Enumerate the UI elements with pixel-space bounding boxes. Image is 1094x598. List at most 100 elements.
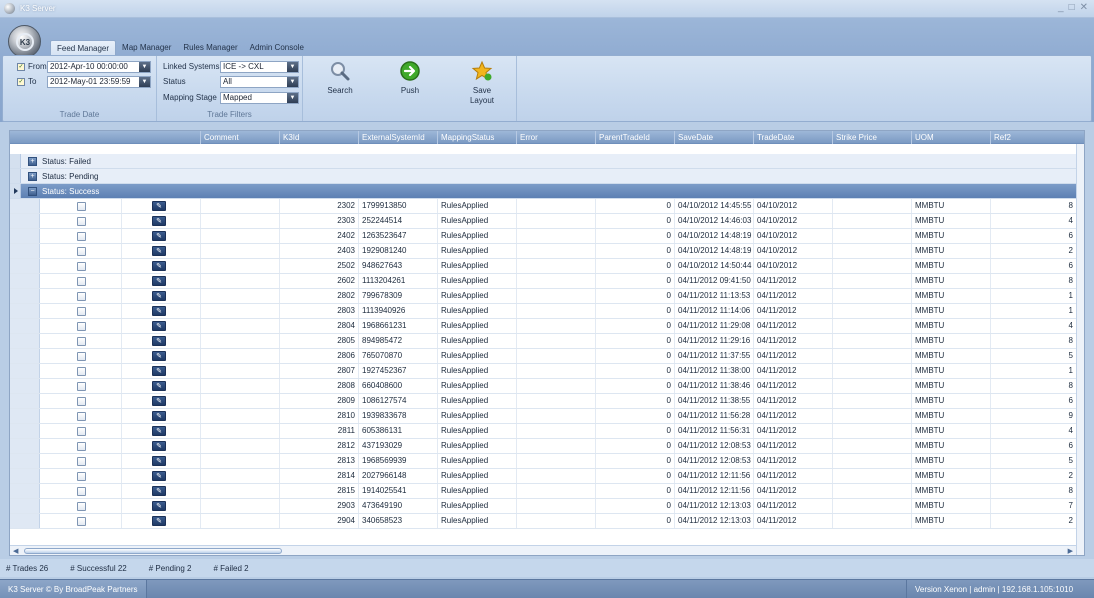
row-select-checkbox[interactable]	[77, 397, 86, 406]
edit-pencil-icon[interactable]: ✎	[152, 336, 166, 346]
row-select-checkbox[interactable]	[77, 367, 86, 376]
column-header-trade-date[interactable]: TradeDate	[753, 131, 832, 144]
to-date-picker[interactable]: 2012-May-01 23:59:59 ▼	[47, 75, 151, 88]
edit-pencil-icon[interactable]: ✎	[152, 411, 166, 421]
linked-systems-dropdown-icon[interactable]: ▼	[287, 61, 298, 72]
linked-systems-select[interactable]: ICE -> CXL ▼	[220, 60, 299, 73]
expand-icon[interactable]: +	[28, 172, 37, 181]
column-header-parent-trade-id[interactable]: ParentTradeId	[595, 131, 674, 144]
mapping-stage-dropdown-icon[interactable]: ▼	[287, 92, 298, 103]
edit-pencil-icon[interactable]: ✎	[152, 261, 166, 271]
from-checkbox[interactable]: ✓	[17, 62, 25, 71]
table-row[interactable]: ✎ 2803 1113940926 RulesApplied 0 04/11/2012 1…	[10, 304, 1076, 319]
column-header-k3id[interactable]: K3Id	[279, 131, 358, 144]
scroll-right-icon[interactable]: ▶	[1068, 547, 1073, 555]
vertical-scrollbar[interactable]	[1076, 144, 1084, 555]
row-select-checkbox[interactable]	[77, 292, 86, 301]
group-row-pending[interactable]: + Status: Pending	[10, 169, 1076, 184]
group-row-success[interactable]: − Status: Success	[10, 184, 1076, 199]
table-row[interactable]: ✎ 2814 2027966148 RulesApplied 0 04/11/2012 1…	[10, 469, 1076, 484]
row-select-checkbox[interactable]	[77, 352, 86, 361]
edit-pencil-icon[interactable]: ✎	[152, 351, 166, 361]
push-button[interactable]: Push	[395, 60, 425, 96]
table-row[interactable]: ✎ 2815 1914025541 RulesApplied 0 04/11/2012 1…	[10, 484, 1076, 499]
row-select-checkbox[interactable]	[77, 412, 86, 421]
edit-pencil-icon[interactable]: ✎	[152, 456, 166, 466]
table-row[interactable]: ✎ 2806 765070870 RulesApplied 0 04/11/2012 11…	[10, 349, 1076, 364]
to-checkbox[interactable]: ✓	[17, 77, 25, 86]
status-select[interactable]: All ▼	[220, 75, 299, 88]
table-row[interactable]: ✎ 2812 437193029 RulesApplied 0 04/11/2012 12…	[10, 439, 1076, 454]
edit-pencil-icon[interactable]: ✎	[152, 471, 166, 481]
table-row[interactable]: ✎ 2810 1939833678 RulesApplied 0 04/11/2012 1…	[10, 409, 1076, 424]
edit-pencil-icon[interactable]: ✎	[152, 516, 166, 526]
edit-pencil-icon[interactable]: ✎	[152, 426, 166, 436]
table-row[interactable]: ✎ 2807 1927452367 RulesApplied 0 04/11/2012 1…	[10, 364, 1076, 379]
edit-pencil-icon[interactable]: ✎	[152, 201, 166, 211]
table-row[interactable]: ✎ 2809 1086127574 RulesApplied 0 04/11/2012 1…	[10, 394, 1076, 409]
table-row[interactable]: ✎ 2502 948627643 RulesApplied 0 04/10/2012 14…	[10, 259, 1076, 274]
column-header-uom[interactable]: UOM	[911, 131, 990, 144]
edit-pencil-icon[interactable]: ✎	[152, 381, 166, 391]
column-header-mapping-status[interactable]: MappingStatus	[437, 131, 516, 144]
edit-pencil-icon[interactable]: ✎	[152, 396, 166, 406]
from-date-dropdown-icon[interactable]: ▼	[139, 61, 150, 72]
table-row[interactable]: ✎ 2813 1968569939 RulesApplied 0 04/11/2012 1…	[10, 454, 1076, 469]
edit-pencil-icon[interactable]: ✎	[152, 216, 166, 226]
mapping-stage-select[interactable]: Mapped ▼	[220, 91, 299, 104]
row-select-checkbox[interactable]	[77, 472, 86, 481]
row-select-checkbox[interactable]	[77, 442, 86, 451]
row-select-checkbox[interactable]	[77, 202, 86, 211]
row-select-checkbox[interactable]	[77, 277, 86, 286]
tab-feed-manager[interactable]: Feed Manager	[50, 40, 117, 55]
table-row[interactable]: ✎ 2403 1929081240 RulesApplied 0 04/10/2012 1…	[10, 244, 1076, 259]
row-select-checkbox[interactable]	[77, 517, 86, 526]
group-row-failed[interactable]: + Status: Failed	[10, 154, 1076, 169]
column-header-error[interactable]: Error	[516, 131, 595, 144]
save-layout-button[interactable]: Save Layout	[465, 60, 499, 106]
tab-admin-console[interactable]: Admin Console	[244, 40, 310, 55]
column-header-ref2[interactable]: Ref2	[990, 131, 1069, 144]
table-row[interactable]: ✎ 2808 660408600 RulesApplied 0 04/11/2012 11…	[10, 379, 1076, 394]
row-select-checkbox[interactable]	[77, 232, 86, 241]
collapse-icon[interactable]: −	[28, 187, 37, 196]
expand-icon[interactable]: +	[28, 157, 37, 166]
row-select-checkbox[interactable]	[77, 382, 86, 391]
edit-pencil-icon[interactable]: ✎	[152, 231, 166, 241]
table-row[interactable]: ✎ 2302 1799913850 RulesApplied 0 04/10/2012 1…	[10, 199, 1076, 214]
row-select-checkbox[interactable]	[77, 262, 86, 271]
table-row[interactable]: ✎ 2804 1968661231 RulesApplied 0 04/11/2012 1…	[10, 319, 1076, 334]
horizontal-scrollbar[interactable]: ◀ ▶	[10, 545, 1076, 555]
table-row[interactable]: ✎ 2802 799678309 RulesApplied 0 04/11/2012 11…	[10, 289, 1076, 304]
edit-pencil-icon[interactable]: ✎	[152, 441, 166, 451]
tab-map-manager[interactable]: Map Manager	[116, 40, 177, 55]
edit-pencil-icon[interactable]: ✎	[152, 246, 166, 256]
row-select-checkbox[interactable]	[77, 427, 86, 436]
column-header-external-system-id[interactable]: ExternalSystemId	[358, 131, 437, 144]
edit-pencil-icon[interactable]: ✎	[152, 366, 166, 376]
edit-pencil-icon[interactable]: ✎	[152, 321, 166, 331]
table-row[interactable]: ✎ 2805 894985472 RulesApplied 0 04/11/2012 11…	[10, 334, 1076, 349]
table-row[interactable]: ✎ 2811 605386131 RulesApplied 0 04/11/2012 11…	[10, 424, 1076, 439]
search-button[interactable]: Search	[325, 60, 355, 96]
row-select-checkbox[interactable]	[77, 337, 86, 346]
row-select-checkbox[interactable]	[77, 307, 86, 316]
column-header-save-date[interactable]: SaveDate	[674, 131, 753, 144]
edit-pencil-icon[interactable]: ✎	[152, 501, 166, 511]
application-orb-button[interactable]: K3	[8, 25, 41, 58]
column-header-strike-price[interactable]: Strike Price	[832, 131, 911, 144]
table-row[interactable]: ✎ 2904 340658523 RulesApplied 0 04/11/2012 12…	[10, 514, 1076, 529]
edit-pencil-icon[interactable]: ✎	[152, 291, 166, 301]
minimize-button[interactable]: _	[1058, 2, 1064, 14]
scrollbar-thumb[interactable]	[24, 548, 282, 554]
tab-rules-manager[interactable]: Rules Manager	[177, 40, 243, 55]
table-row[interactable]: ✎ 2303 252244514 RulesApplied 0 04/10/2012 14…	[10, 214, 1076, 229]
row-select-checkbox[interactable]	[77, 502, 86, 511]
status-dropdown-icon[interactable]: ▼	[287, 76, 298, 87]
row-select-checkbox[interactable]	[77, 247, 86, 256]
row-select-checkbox[interactable]	[77, 322, 86, 331]
scroll-left-icon[interactable]: ◀	[13, 547, 18, 555]
edit-pencil-icon[interactable]: ✎	[152, 276, 166, 286]
edit-pencil-icon[interactable]: ✎	[152, 486, 166, 496]
table-row[interactable]: ✎ 2402 1263523647 RulesApplied 0 04/10/2012 1…	[10, 229, 1076, 244]
